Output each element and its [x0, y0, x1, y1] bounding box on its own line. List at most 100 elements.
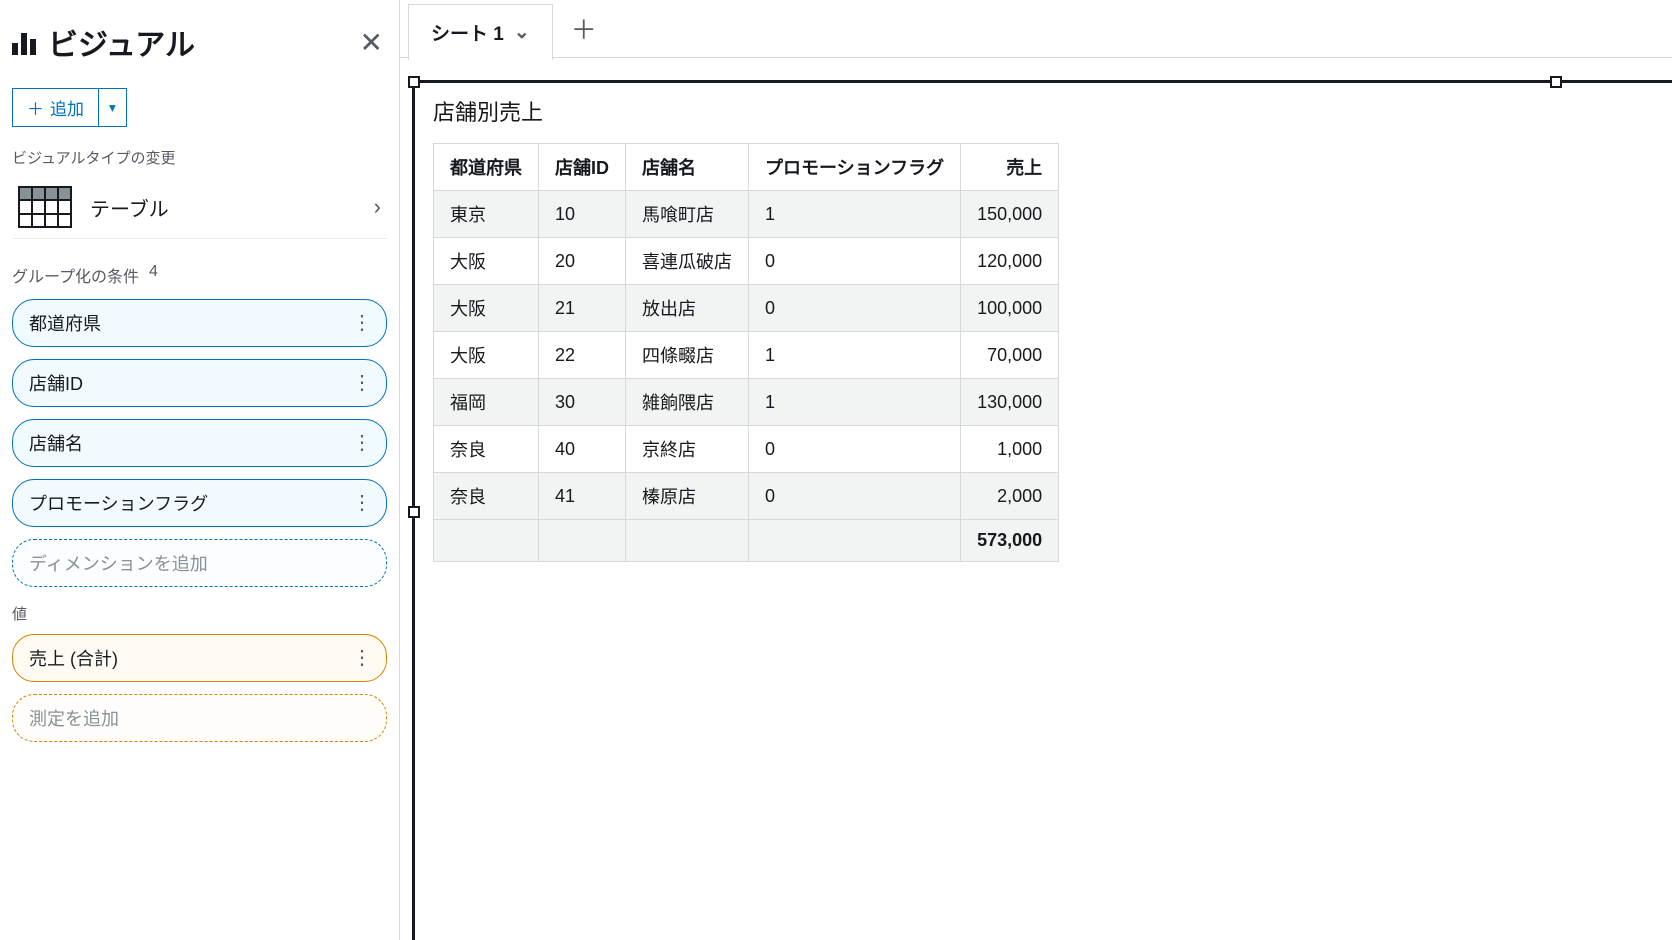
table-cell: 10 — [539, 191, 626, 238]
table-cell: 喜連瓜破店 — [626, 238, 749, 285]
table-cell: 0 — [749, 238, 961, 285]
data-table: 都道府県店舗ID店舗名プロモーションフラグ売上 東京10馬喰町店1150,000… — [433, 143, 1059, 562]
value-pill[interactable]: 売上 (合計) — [12, 634, 387, 682]
visual-type-value: テーブル — [90, 193, 169, 222]
table-cell: 大阪 — [434, 285, 539, 332]
canvas: 店舗別売上 都道府県店舗ID店舗名プロモーションフラグ売上 東京10馬喰町店11… — [400, 58, 1672, 940]
visual-config-sidebar: ビジュアル ✕ ＋ 追加 ▾ ビジュアルタイプの変更 テーブル › グループ化の… — [0, 0, 400, 940]
dimension-pill-label: プロモーションフラグ — [29, 490, 208, 516]
resize-handle-tr[interactable] — [1550, 76, 1562, 88]
table-icon — [18, 186, 72, 228]
add-button[interactable]: ＋ 追加 — [12, 88, 99, 127]
table-row[interactable]: 大阪22四條畷店170,000 — [434, 332, 1059, 379]
table-cell: 0 — [749, 473, 961, 520]
more-icon[interactable] — [352, 433, 370, 453]
add-button-group: ＋ 追加 ▾ — [12, 88, 127, 127]
table-total-cell: 573,000 — [961, 520, 1059, 562]
table-row[interactable]: 東京10馬喰町店1150,000 — [434, 191, 1059, 238]
table-cell: 東京 — [434, 191, 539, 238]
group-by-label: グループ化の条件 — [12, 263, 139, 287]
tab-sheet-1[interactable]: シート 1 ⌄ — [408, 4, 553, 60]
dimension-pill[interactable]: 店舗ID — [12, 359, 387, 407]
group-by-count: 4 — [149, 263, 158, 287]
resize-handle-ml[interactable] — [408, 506, 420, 518]
table-cell: 1 — [749, 379, 961, 426]
add-measure-label: 測定を追加 — [29, 705, 119, 731]
add-sheet-button[interactable]: ＋ — [553, 0, 615, 57]
table-footer-cell — [749, 520, 961, 562]
visual-frame[interactable]: 店舗別売上 都道府県店舗ID店舗名プロモーションフラグ売上 東京10馬喰町店11… — [412, 80, 1672, 940]
sidebar-title: ビジュアル — [48, 20, 195, 64]
table-cell: 1 — [749, 191, 961, 238]
table-cell: 70,000 — [961, 332, 1059, 379]
plus-icon: ＋ — [27, 95, 44, 120]
add-button-dropdown[interactable]: ▾ — [99, 88, 127, 127]
resize-handle-tl[interactable] — [408, 76, 420, 88]
table-footer-cell — [434, 520, 539, 562]
dimension-pill[interactable]: プロモーションフラグ — [12, 479, 387, 527]
add-dimension-label: ディメンションを追加 — [29, 550, 208, 576]
table-cell: 放出店 — [626, 285, 749, 332]
bar-chart-icon — [12, 29, 36, 55]
tab-label: シート 1 — [431, 19, 504, 46]
table-row[interactable]: 大阪20喜連瓜破店0120,000 — [434, 238, 1059, 285]
table-cell: 榛原店 — [626, 473, 749, 520]
table-cell: 1,000 — [961, 426, 1059, 473]
table-cell: 30 — [539, 379, 626, 426]
table-footer-cell — [626, 520, 749, 562]
table-footer-cell — [539, 520, 626, 562]
dimension-pill-label: 店舗ID — [29, 370, 83, 396]
visual-type-selector[interactable]: テーブル › — [12, 176, 387, 239]
main-area: シート 1 ⌄ ＋ 店舗別売上 都道府県店舗ID店舗名プロモーションフラグ売上 … — [400, 0, 1672, 940]
table-cell: 0 — [749, 426, 961, 473]
group-by-header: グループ化の条件 4 — [12, 263, 387, 287]
table-cell: 41 — [539, 473, 626, 520]
table-cell: 馬喰町店 — [626, 191, 749, 238]
value-pill-label: 売上 (合計) — [29, 645, 118, 671]
visual-title[interactable]: 店舗別売上 — [433, 95, 1654, 127]
table-cell: 100,000 — [961, 285, 1059, 332]
table-cell: 京終店 — [626, 426, 749, 473]
table-header-cell[interactable]: プロモーションフラグ — [749, 144, 961, 191]
table-row[interactable]: 奈良40京終店01,000 — [434, 426, 1059, 473]
chevron-right-icon: › — [374, 194, 381, 220]
table-row[interactable]: 大阪21放出店0100,000 — [434, 285, 1059, 332]
table-header-cell[interactable]: 店舗名 — [626, 144, 749, 191]
table-cell: 22 — [539, 332, 626, 379]
add-button-label: 追加 — [50, 95, 84, 120]
table-cell: 四條畷店 — [626, 332, 749, 379]
table-row[interactable]: 福岡30雑餉隈店1130,000 — [434, 379, 1059, 426]
table-cell: 120,000 — [961, 238, 1059, 285]
close-icon[interactable]: ✕ — [356, 22, 387, 63]
add-dimension-placeholder[interactable]: ディメンションを追加 — [12, 539, 387, 587]
table-cell: 21 — [539, 285, 626, 332]
table-cell: 1 — [749, 332, 961, 379]
value-section-label: 値 — [12, 603, 387, 624]
table-cell: 奈良 — [434, 473, 539, 520]
caret-down-icon: ▾ — [109, 100, 116, 116]
sheet-tabs: シート 1 ⌄ ＋ — [400, 0, 1672, 58]
table-cell: 雑餉隈店 — [626, 379, 749, 426]
table-cell: 0 — [749, 285, 961, 332]
dimension-pill[interactable]: 都道府県 — [12, 299, 387, 347]
more-icon[interactable] — [352, 313, 370, 333]
table-header-cell[interactable]: 店舗ID — [539, 144, 626, 191]
table-cell: 130,000 — [961, 379, 1059, 426]
table-header-cell[interactable]: 都道府県 — [434, 144, 539, 191]
more-icon[interactable] — [352, 648, 370, 668]
dimension-pill-label: 都道府県 — [29, 310, 101, 336]
dimension-pill[interactable]: 店舗名 — [12, 419, 387, 467]
more-icon[interactable] — [352, 373, 370, 393]
table-header-cell[interactable]: 売上 — [961, 144, 1059, 191]
more-icon[interactable] — [352, 493, 370, 513]
table-cell: 大阪 — [434, 332, 539, 379]
table-cell: 福岡 — [434, 379, 539, 426]
table-cell: 40 — [539, 426, 626, 473]
table-cell: 2,000 — [961, 473, 1059, 520]
chevron-down-icon[interactable]: ⌄ — [514, 21, 530, 44]
dimension-pill-label: 店舗名 — [29, 430, 83, 456]
table-row[interactable]: 奈良41榛原店02,000 — [434, 473, 1059, 520]
table-cell: 20 — [539, 238, 626, 285]
sidebar-header: ビジュアル ✕ — [12, 16, 387, 68]
add-measure-placeholder[interactable]: 測定を追加 — [12, 694, 387, 742]
